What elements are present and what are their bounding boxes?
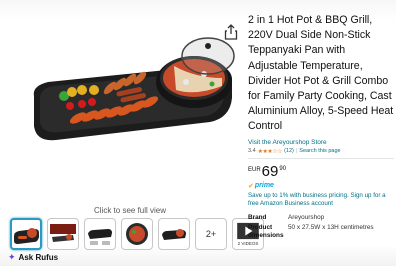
main-product-image[interactable] <box>26 26 236 146</box>
product-specs: Brand Areyourshop Product dimensions 50 … <box>248 214 394 240</box>
store-link[interactable]: Visit the Areyourshop Store <box>248 139 394 146</box>
thumbnail-5[interactable] <box>158 218 190 250</box>
spec-key-brand: Brand <box>248 213 267 221</box>
spec-value-dimensions: 50 x 27.5W x 13H centimetres <box>288 223 374 231</box>
separator: | <box>295 148 298 155</box>
prime-badge: ✔ prime <box>248 182 394 190</box>
spec-value-brand: Areyourshop <box>288 213 325 221</box>
thumbnail-1[interactable] <box>10 218 42 250</box>
business-pricing-link[interactable]: Save up to 1% with business pricing. Sig… <box>248 192 394 209</box>
ask-rufus-button[interactable]: ✦ Ask Rufus <box>8 252 58 263</box>
rating-count-link[interactable]: (12) <box>284 148 294 154</box>
prime-label: prime <box>254 182 274 190</box>
image-gallery: Click to see full view 2+ 2 VIDEOS <box>4 10 264 250</box>
thumbnail-image <box>50 224 76 242</box>
videos-label: 2 VIDEOS <box>237 241 259 246</box>
share-icon[interactable] <box>224 24 238 40</box>
more-images-button[interactable]: 2+ <box>195 218 227 250</box>
click-full-view-link[interactable]: Click to see full view <box>94 206 166 215</box>
product-details: 2 in 1 Hot Pot & BBQ Grill, 220V Dual Si… <box>248 13 394 240</box>
price-fraction: 90 <box>279 165 287 172</box>
thumbnail-image <box>88 229 112 245</box>
page: Click to see full view 2+ 2 VIDEOS ✦ Ask… <box>0 0 396 266</box>
thumbnail-image <box>126 223 148 245</box>
price-currency: EUR <box>248 166 261 173</box>
thumbnail-strip: 2+ 2 VIDEOS <box>10 218 264 254</box>
product-title: 2 in 1 Hot Pot & BBQ Grill, 220V Dual Si… <box>248 14 394 133</box>
spec-key-dimensions: Product dimensions <box>248 223 284 239</box>
star-rating[interactable]: ★★★☆☆ <box>258 148 283 155</box>
ask-rufus-label: Ask Rufus <box>18 253 59 262</box>
rating-row: 3.4 ★★★☆☆ (12) | Search this page <box>248 148 394 155</box>
thumbnail-4[interactable] <box>121 218 153 250</box>
price-whole: 69 <box>261 162 279 180</box>
search-this-page-link[interactable]: Search this page <box>299 148 340 154</box>
rating-value: 3.4 <box>248 148 256 155</box>
rufus-sparkle-icon: ✦ <box>8 252 16 262</box>
divider <box>248 157 394 159</box>
thumbnail-3[interactable] <box>84 218 116 250</box>
thumbnail-image <box>162 229 186 240</box>
prime-check-icon: ✔ <box>248 182 254 190</box>
thumbnail-image <box>14 228 39 244</box>
price: EUR 69 90 <box>248 164 394 179</box>
thumbnail-2[interactable] <box>47 218 79 250</box>
